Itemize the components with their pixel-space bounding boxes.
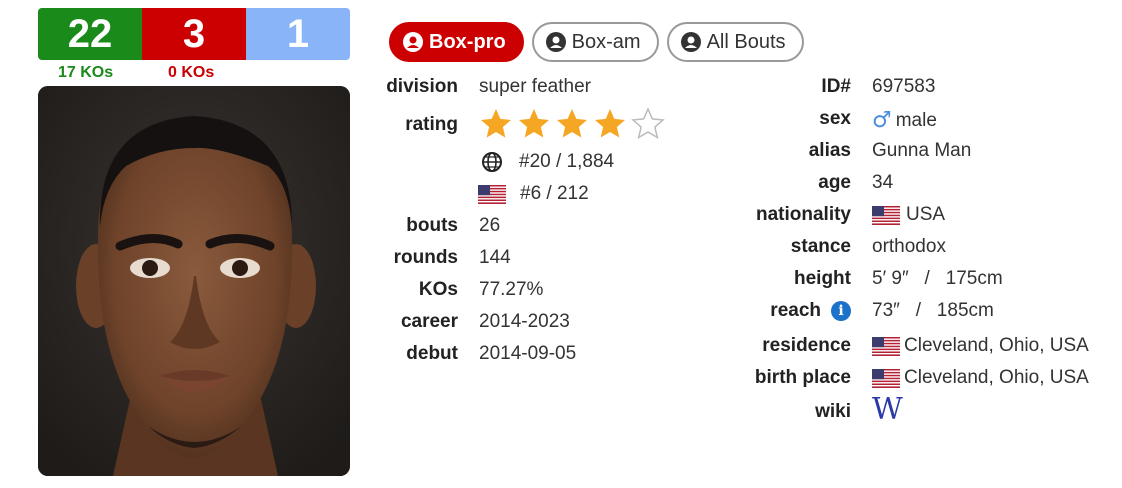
country-rank-value: #6 / 212: [520, 183, 589, 204]
bouts-label: bouts: [406, 215, 458, 236]
star-full-icon: [557, 109, 587, 138]
star-full-icon: [519, 109, 549, 138]
wins-count: 22: [38, 8, 142, 60]
win-kos: 17 KOs: [58, 64, 114, 81]
tab-all-bouts[interactable]: All Bouts: [666, 22, 804, 62]
birth-place-text: Cleveland, Ohio, USA: [904, 367, 1089, 388]
loss-kos: 0 KOs: [168, 64, 215, 81]
rating-label: rating: [405, 114, 458, 135]
tab-box-am[interactable]: Box-am: [531, 22, 659, 62]
residence-label: residence: [762, 335, 851, 356]
id-label: ID#: [821, 76, 851, 97]
fight-record: 22 3 1: [38, 8, 350, 60]
height-value: 5′ 9″ / 175cm: [872, 268, 1003, 289]
sex-value: ♂ male: [872, 108, 937, 133]
world-rank-value: #20 / 1,884: [519, 151, 615, 172]
nationality-text: USA: [906, 204, 946, 225]
debut-value: 2014-09-05: [479, 343, 577, 364]
division-label: division: [386, 76, 458, 97]
rounds-value: 144: [479, 247, 511, 268]
bout-type-tabs: Box-pro Box-am All Bouts: [389, 22, 804, 62]
male-icon: ♂: [872, 108, 892, 133]
wiki-label: wiki: [815, 401, 851, 422]
us-flag-icon: [872, 368, 900, 388]
globe-icon: [482, 152, 502, 172]
height-label: height: [794, 268, 851, 289]
sex-label: sex: [819, 108, 851, 129]
id-value: 697583: [872, 76, 936, 97]
wikipedia-icon[interactable]: W: [872, 392, 903, 427]
tab-box-pro[interactable]: Box-pro: [389, 22, 524, 62]
us-flag-icon: [872, 205, 900, 225]
age-value: 34: [872, 172, 894, 193]
rounds-label: rounds: [393, 247, 458, 268]
us-flag-icon: [478, 184, 506, 204]
kos-value: 77.27%: [479, 279, 544, 300]
nationality-label: nationality: [755, 204, 851, 225]
stance-label: stance: [790, 236, 851, 257]
reach-value: 73″ / 185cm: [872, 300, 994, 321]
us-flag-icon: [872, 336, 900, 356]
sex-text: male: [895, 109, 937, 131]
nationality-value: USA: [872, 204, 945, 226]
tab-label: Box-pro: [429, 30, 506, 53]
reach-label-group: reach i: [770, 300, 851, 322]
user-circle-icon: [545, 32, 566, 52]
debut-label: debut: [406, 343, 458, 364]
star-full-icon: [481, 109, 511, 138]
boxer-photo: [38, 86, 350, 476]
info-icon[interactable]: i: [831, 301, 851, 321]
user-circle-icon: [680, 32, 701, 52]
alias-value: Gunna Man: [872, 140, 972, 161]
residence-text: Cleveland, Ohio, USA: [904, 335, 1089, 356]
residence-value: Cleveland, Ohio, USA: [872, 335, 1089, 357]
losses-count: 3: [142, 8, 246, 60]
division-value: super feather: [479, 76, 591, 97]
rating-stars: [478, 106, 666, 142]
career-value: 2014-2023: [479, 311, 570, 332]
kos-label: KOs: [418, 279, 458, 300]
tab-label: All Bouts: [706, 30, 786, 53]
user-circle-icon: [403, 32, 423, 52]
birth-place-label: birth place: [754, 367, 851, 388]
world-rank: #20 / 1,884: [481, 151, 614, 173]
draws-count: 1: [246, 8, 350, 60]
tab-label: Box-am: [571, 30, 641, 53]
reach-label: reach: [770, 300, 821, 321]
boxer-portrait-image: [38, 86, 350, 476]
bouts-value: 26: [479, 215, 501, 236]
alias-label: alias: [808, 140, 851, 161]
star-empty-icon: [631, 107, 665, 140]
star-full-icon: [595, 109, 625, 138]
age-label: age: [818, 172, 851, 193]
career-label: career: [400, 311, 458, 332]
stance-value: orthodox: [872, 236, 946, 257]
birth-place-value: Cleveland, Ohio, USA: [872, 367, 1089, 389]
country-rank: #6 / 212: [478, 183, 589, 205]
